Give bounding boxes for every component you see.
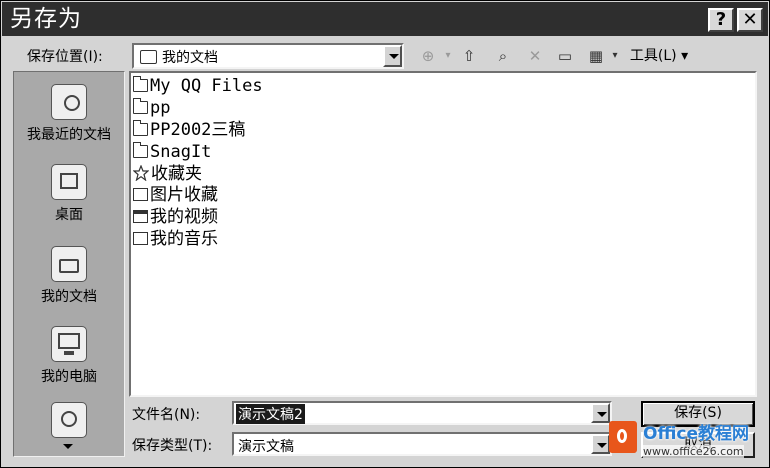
folder-icon [133, 98, 148, 114]
file-name: PP2002三稿 [150, 120, 246, 140]
filetype-dropdown[interactable]: 演示文稿 [232, 432, 612, 456]
file-name: 收藏夹 [151, 164, 202, 184]
place-network[interactable] [14, 402, 124, 442]
delete-icon[interactable]: ✕ [523, 45, 547, 67]
scroll-down-icon[interactable] [63, 444, 73, 449]
up-folder-icon[interactable]: ⇧ [457, 45, 481, 67]
file-name: My QQ Files [150, 76, 263, 96]
file-name: pp [150, 98, 171, 118]
views-dropdown-icon[interactable]: ▾ [609, 45, 621, 67]
place-recent-documents[interactable]: 我最近的文档 [14, 84, 124, 144]
watermark-brand: Office教程网 [643, 424, 750, 444]
filename-label: 文件名(N): [132, 407, 201, 423]
music-folder-icon [133, 232, 148, 245]
recent-documents-icon [51, 84, 87, 120]
network-places-icon [51, 402, 87, 438]
file-list[interactable]: My QQ Files pp PP2002三稿 SnagIt 收藏夹 图片收藏 … [129, 71, 757, 397]
desktop-icon [51, 164, 87, 200]
list-item[interactable]: My QQ Files [133, 76, 263, 97]
list-item[interactable]: SnagIt [133, 142, 211, 163]
list-item[interactable]: pp [133, 98, 170, 119]
watermark: Office教程网 www.office26.com [607, 417, 767, 465]
filetype-label: 保存类型(T): [132, 438, 213, 454]
window-title: 另存为 [10, 6, 82, 32]
place-label: 桌面 [55, 207, 83, 223]
my-computer-icon [51, 326, 87, 362]
folder-icon [140, 50, 157, 64]
file-name: 图片收藏 [150, 185, 218, 205]
filename-field[interactable]: 演示文稿2 [232, 401, 612, 425]
pictures-folder-icon [133, 188, 148, 201]
video-folder-icon [133, 210, 148, 223]
list-item[interactable]: 收藏夹 [133, 163, 202, 184]
office-logo-icon [609, 421, 637, 453]
watermark-url: www.office26.com [643, 445, 744, 458]
place-desktop[interactable]: 桌面 [14, 164, 124, 224]
tools-menu-button[interactable]: 工具(L) ▾ [623, 45, 695, 67]
search-web-icon[interactable]: ⌕ [491, 45, 515, 67]
place-my-documents[interactable]: 我的文档 [14, 246, 124, 306]
folder-icon [133, 142, 148, 158]
places-bar: 我最近的文档 桌面 我的文档 我的电脑 [13, 71, 125, 457]
folder-icon [133, 120, 148, 136]
file-name: SnagIt [150, 142, 212, 162]
place-label: 我的文档 [41, 289, 97, 305]
place-label: 我最近的文档 [27, 127, 111, 143]
favorites-star-icon [133, 165, 149, 181]
filetype-value: 演示文稿 [238, 439, 294, 455]
list-item[interactable]: 图片收藏 [133, 185, 218, 206]
close-button[interactable]: ✕ [737, 8, 763, 32]
place-my-computer[interactable]: 我的电脑 [14, 326, 124, 386]
file-name: 我的视频 [150, 207, 218, 227]
save-as-dialog: 另存为 ? ✕ 保存位置(I): 我的文档 ⊕ ▾ ⇧ ⌕ ✕ ▭ ▦ ▾ 工具… [0, 0, 770, 468]
back-icon[interactable]: ⊕ [415, 45, 441, 67]
back-dropdown-icon[interactable]: ▾ [442, 45, 454, 67]
list-item[interactable]: 我的视频 [133, 207, 218, 228]
list-item[interactable]: 我的音乐 [133, 229, 218, 250]
help-button[interactable]: ? [708, 8, 734, 32]
chevron-down-icon[interactable] [383, 45, 402, 67]
filename-value[interactable]: 演示文稿2 [236, 404, 305, 424]
list-item[interactable]: PP2002三稿 [133, 120, 245, 141]
save-location-label: 保存位置(I): [27, 49, 103, 65]
my-documents-icon [51, 246, 87, 282]
folder-icon [133, 76, 148, 92]
save-location-dropdown[interactable]: 我的文档 [132, 43, 404, 69]
views-icon[interactable]: ▦ [583, 45, 609, 67]
file-name: 我的音乐 [150, 229, 218, 249]
save-location-value: 我的文档 [162, 50, 218, 66]
title-bar[interactable]: 另存为 ? ✕ [2, 2, 768, 36]
place-label: 我的电脑 [41, 369, 97, 385]
new-folder-icon[interactable]: ▭ [553, 45, 577, 67]
